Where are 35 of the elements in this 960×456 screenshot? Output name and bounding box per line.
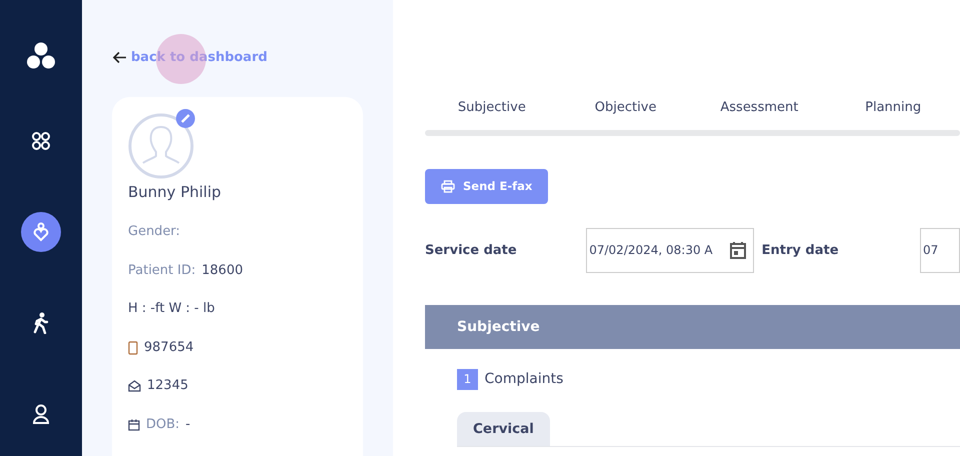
phone-icon <box>128 340 138 354</box>
date-field[interactable]: 07/02/2024, 08:30 A <box>586 228 754 273</box>
tab[interactable]: Objective <box>558 90 692 130</box>
gender-label: Gender: <box>128 223 182 242</box>
patient-id-value: 18600 <box>202 262 243 280</box>
grid-icon <box>31 131 51 151</box>
tab[interactable]: Planning <box>826 90 960 130</box>
date-label: Entry date <box>762 242 840 260</box>
walking-person-icon <box>33 312 49 334</box>
number-badge: 1 <box>457 368 478 390</box>
calendar-icon <box>728 240 747 260</box>
height-weight-text: H : -ft W : - lb <box>128 300 216 318</box>
postal-code: 12345 <box>147 377 188 396</box>
logo-icon <box>26 42 56 70</box>
dob-value: - <box>186 416 190 434</box>
heart-person-icon <box>32 222 50 242</box>
date-field[interactable]: 07 <box>920 228 960 273</box>
phone-number: 987654 <box>144 338 194 357</box>
tab[interactable]: Subjective <box>425 90 559 130</box>
envelope-icon <box>128 380 141 392</box>
dob-label: DOB: <box>146 416 180 434</box>
printer-icon <box>441 180 455 193</box>
avatar-icon <box>128 112 194 179</box>
calendar-icon <box>128 418 140 430</box>
date-label: Service date <box>425 242 518 260</box>
tab[interactable]: Assessment <box>692 90 826 130</box>
edit-icon[interactable] <box>176 108 195 128</box>
patient-name: Bunny Philip <box>128 182 222 203</box>
item-label: Complaints <box>484 370 564 389</box>
user-icon <box>32 404 50 424</box>
back-arrow-icon <box>112 51 127 64</box>
patient-id-label: Patient ID: <box>128 262 196 280</box>
nav-button[interactable] <box>21 212 61 252</box>
subtab[interactable]: Cervical <box>457 412 550 446</box>
section-header: Subjective <box>425 304 960 349</box>
